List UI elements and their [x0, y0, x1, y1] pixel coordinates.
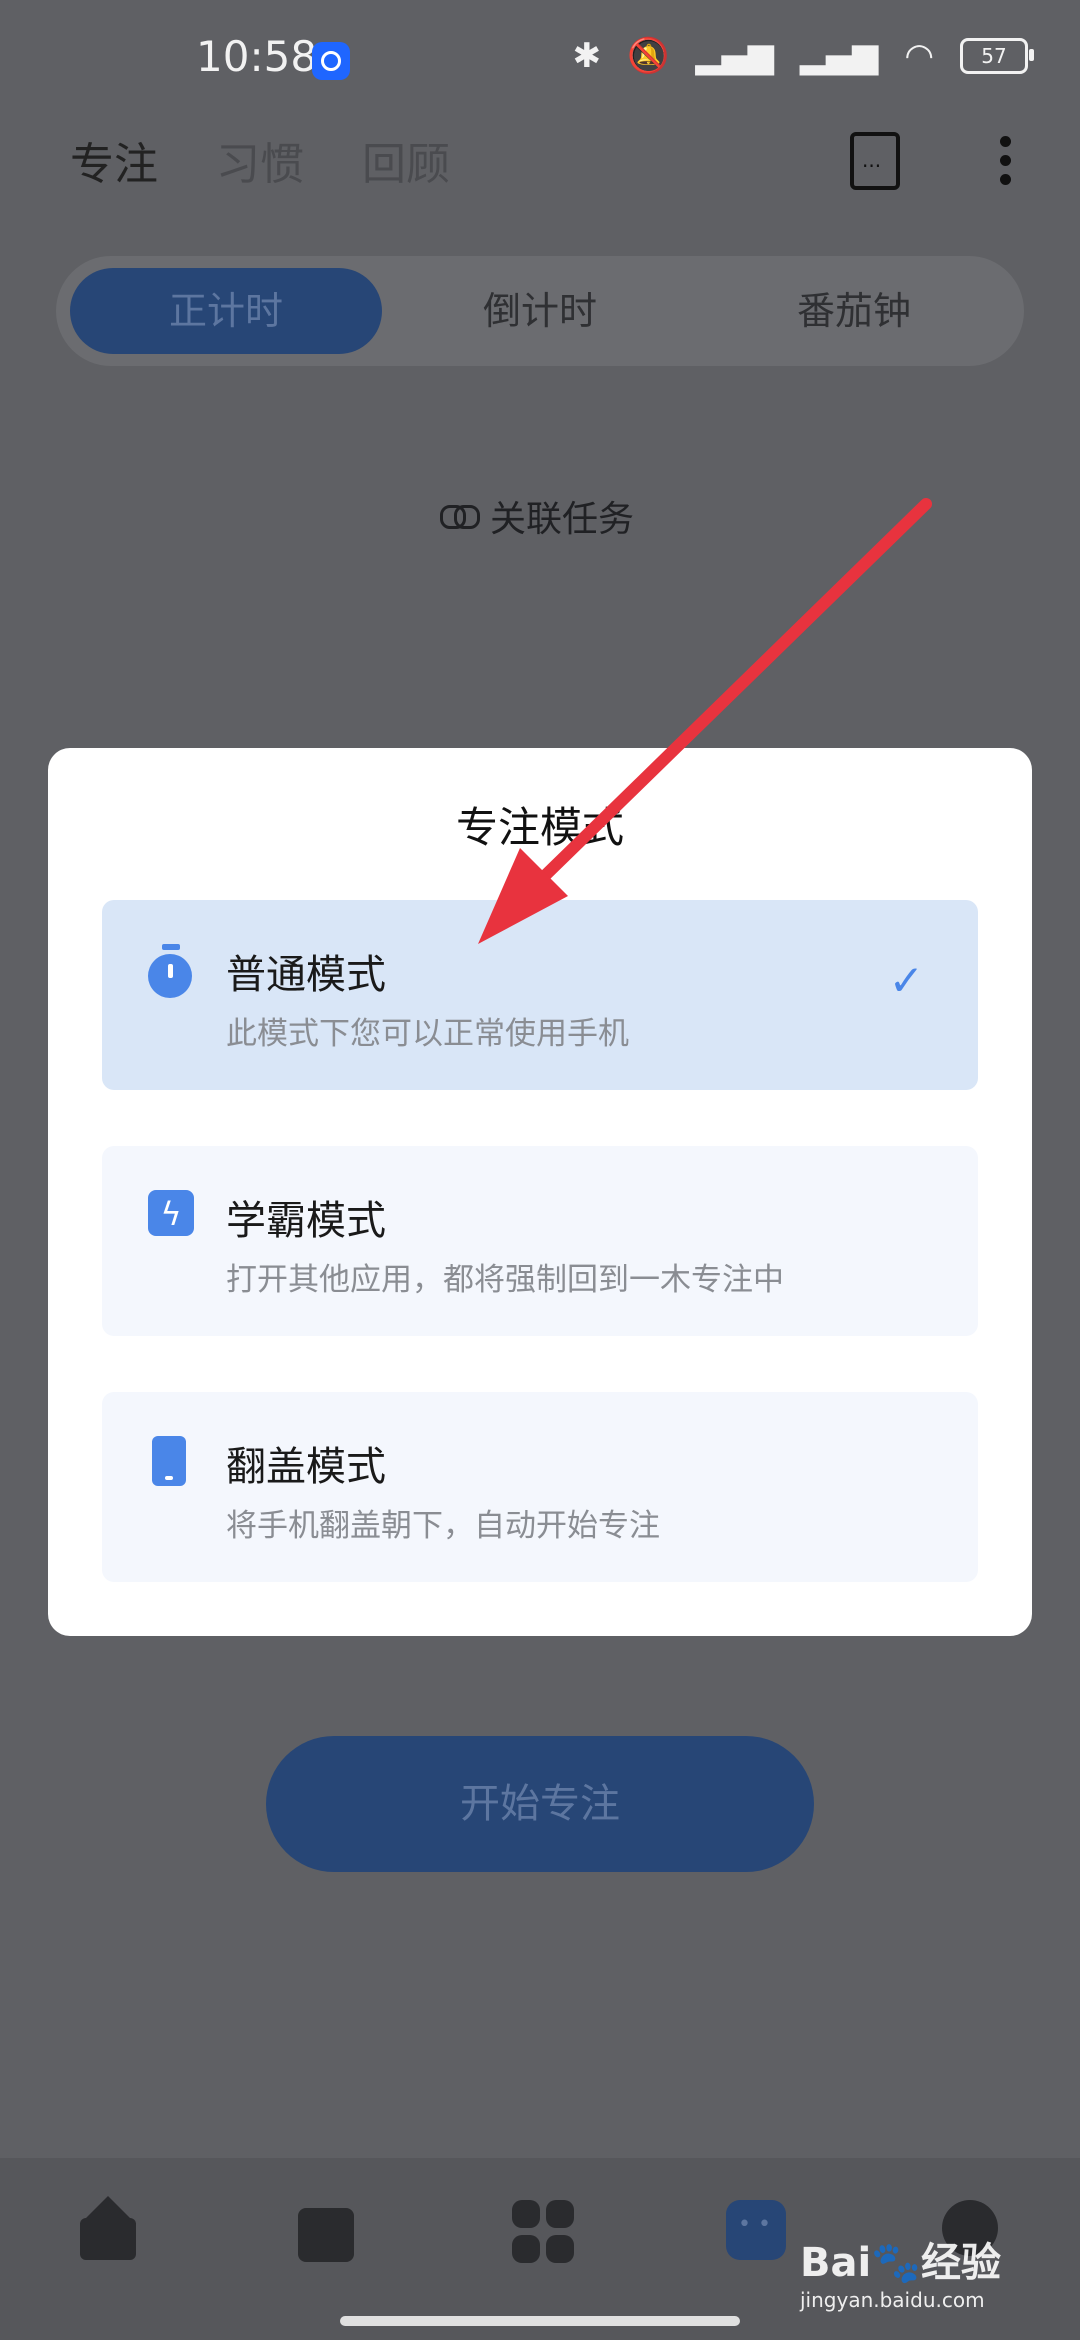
- segment-countdown[interactable]: 倒计时: [384, 268, 696, 354]
- phone-icon: [152, 1436, 186, 1486]
- watermark-url: jingyan.baidu.com: [800, 2288, 985, 2312]
- watermark: Bai🐾经验 jingyan.baidu.com: [800, 2230, 1001, 2312]
- checkmark-icon: ✓: [888, 956, 924, 1005]
- link-icon: [440, 505, 480, 529]
- tab-review[interactable]: 回顾: [362, 128, 450, 192]
- focus-icon[interactable]: [726, 2200, 786, 2260]
- start-focus-button[interactable]: 开始专注: [266, 1736, 814, 1872]
- tab-focus[interactable]: 专注: [70, 128, 158, 192]
- bluetooth-icon: ✱: [572, 36, 602, 76]
- wifi-icon: ◠: [904, 36, 934, 76]
- header-tabs: 专注 习惯 回顾: [70, 128, 450, 192]
- option-title: 普通模式: [226, 952, 386, 998]
- focus-mode-dialog: 专注模式 普通模式 此模式下您可以正常使用手机 ✓ ϟ 学霸模式 打开其他应用，…: [48, 748, 1032, 1636]
- status-time: 10:58: [196, 32, 318, 81]
- timer-mode-segment: 正计时 倒计时 番茄钟: [56, 256, 1024, 366]
- option-scholar-mode[interactable]: ϟ 学霸模式 打开其他应用，都将强制回到一木专注中: [102, 1146, 978, 1336]
- status-icons: ✱ 🔕 ▂▄▆ ▂▄▆ ◠ 57: [572, 36, 1034, 76]
- timer-icon: [148, 944, 192, 998]
- option-title: 学霸模式: [226, 1198, 386, 1244]
- more-menu-icon[interactable]: [1000, 136, 1012, 193]
- segment-pomodoro[interactable]: 番茄钟: [698, 268, 1010, 354]
- home-icon[interactable]: [76, 2196, 140, 2264]
- segment-count-up[interactable]: 正计时: [70, 268, 382, 354]
- lightning-icon: ϟ: [148, 1190, 194, 1236]
- option-normal-mode[interactable]: 普通模式 此模式下您可以正常使用手机 ✓: [102, 900, 978, 1090]
- document-icon-glyph: ...: [862, 148, 882, 172]
- status-bar: 10:58 ✱ 🔕 ▂▄▆ ▂▄▆ ◠ 57: [0, 0, 1080, 120]
- watermark-logo: Bai🐾经验: [800, 2240, 1001, 2286]
- option-description: 此模式下您可以正常使用手机: [226, 1016, 629, 1052]
- mute-icon: 🔕: [627, 36, 670, 76]
- apps-icon[interactable]: [512, 2200, 576, 2264]
- home-indicator[interactable]: [340, 2316, 740, 2326]
- link-task-button[interactable]: 关联任务: [440, 490, 634, 542]
- option-description: 打开其他应用，都将强制回到一木专注中: [226, 1262, 784, 1298]
- notification-app-icon: [312, 42, 350, 80]
- document-icon[interactable]: ...: [850, 132, 900, 190]
- signal-hd-icon: ▂▄▆: [799, 36, 879, 76]
- option-title: 翻盖模式: [226, 1444, 386, 1490]
- dialog-title: 专注模式: [455, 803, 624, 852]
- link-task-label: 关联任务: [490, 499, 635, 540]
- option-flip-mode[interactable]: 翻盖模式 将手机翻盖朝下，自动开始专注: [102, 1392, 978, 1582]
- tab-habit[interactable]: 习惯: [216, 128, 304, 192]
- calendar-icon[interactable]: [296, 2200, 360, 2264]
- option-description: 将手机翻盖朝下，自动开始专注: [226, 1508, 660, 1544]
- signal-hd-icon: ▂▄▆: [695, 36, 774, 76]
- battery-icon: 57: [960, 38, 1034, 74]
